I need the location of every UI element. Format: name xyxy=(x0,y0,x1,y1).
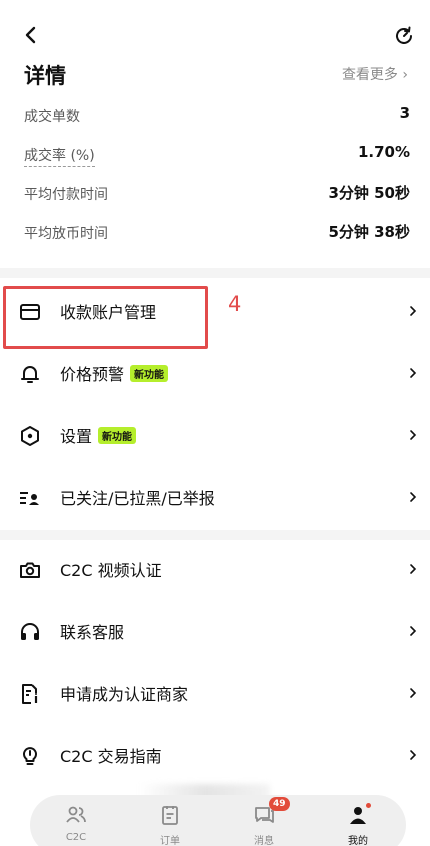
chevron-right-icon xyxy=(410,750,417,760)
stat-row-orders: 成交单数 3 xyxy=(24,104,410,128)
menu-item-price-alert[interactable]: 价格预警 新功能 xyxy=(0,344,430,404)
annotation-number: 4 xyxy=(228,292,242,316)
bottom-nav: C2C 订单 49 消息 我的 xyxy=(30,795,406,846)
chevron-right-icon xyxy=(410,688,417,698)
new-feature-badge: 新功能 xyxy=(130,365,169,382)
user-list-icon xyxy=(20,492,39,505)
settings-hex-icon xyxy=(21,426,39,446)
refresh-icon[interactable] xyxy=(392,24,416,48)
message-count-badge: 49 xyxy=(269,797,290,811)
lightbulb-icon xyxy=(23,747,37,765)
chevron-right-icon xyxy=(410,430,417,440)
headset-icon xyxy=(21,623,39,640)
nav-label: 我的 xyxy=(348,836,368,846)
stat-label: 平均放币时间 xyxy=(24,226,108,242)
menu-label: C2C 交易指南 xyxy=(60,747,162,766)
menu-label: 设置 新功能 xyxy=(60,423,137,447)
menu-item-video-verification[interactable]: C2C 视频认证 xyxy=(0,540,430,600)
menu-label: 申请成为认证商家 xyxy=(60,685,189,704)
chevron-right-icon xyxy=(410,492,417,502)
nav-label: 消息 xyxy=(254,836,274,846)
stat-value: 3分钟 50秒 xyxy=(328,184,410,202)
c2c-people-icon xyxy=(66,806,86,823)
menu-label-text: 价格预警 xyxy=(60,365,125,384)
stat-row-avg-pay-time: 平均付款时间 3分钟 50秒 xyxy=(24,182,410,206)
new-feature-badge: 新功能 xyxy=(98,427,137,444)
menu-label: 价格预警 新功能 xyxy=(60,361,169,385)
notification-dot xyxy=(366,803,371,808)
top-bar xyxy=(0,0,430,64)
menu-label: 已关注/已拉黑/已举报 xyxy=(60,489,215,508)
section-divider xyxy=(0,268,430,278)
nav-item-c2c[interactable]: C2C xyxy=(46,803,106,846)
menu-item-apply-merchant[interactable]: 申请成为认证商家 xyxy=(0,664,430,724)
section-divider xyxy=(0,530,430,540)
stat-label[interactable]: 成交率 (%) xyxy=(24,145,95,167)
nav-item-messages[interactable]: 49 消息 xyxy=(234,797,294,846)
chevron-right-icon xyxy=(410,368,417,378)
stat-row-completion-rate: 成交率 (%) 1.70% xyxy=(24,143,410,167)
details-header: 详情 查看更多 › xyxy=(24,60,408,90)
chevron-right-icon xyxy=(410,626,417,636)
menu-item-follow-block-report[interactable]: 已关注/已拉黑/已举报 xyxy=(0,468,430,528)
bell-icon xyxy=(21,366,39,383)
nav-label: C2C xyxy=(65,832,87,843)
stat-label: 成交单数 xyxy=(24,109,80,125)
details-title: 详情 xyxy=(24,64,66,88)
menu-item-trading-guide[interactable]: C2C 交易指南 xyxy=(0,726,430,786)
view-more-link[interactable]: 查看更多 › xyxy=(342,64,408,84)
menu-label: C2C 视频认证 xyxy=(60,561,162,580)
nav-item-orders[interactable]: 订单 xyxy=(140,803,200,846)
menu-item-contact-support[interactable]: 联系客服 xyxy=(0,602,430,662)
chevron-right-icon xyxy=(410,306,417,316)
menu-item-settings[interactable]: 设置 新功能 xyxy=(0,406,430,466)
stat-label: 平均付款时间 xyxy=(24,187,108,203)
camera-icon xyxy=(20,562,40,578)
nav-label: 订单 xyxy=(160,836,180,846)
menu-label: 联系客服 xyxy=(60,623,125,642)
nav-item-profile[interactable]: 我的 xyxy=(328,803,388,846)
merchant-doc-icon xyxy=(22,684,38,704)
menu-label-text: 设置 xyxy=(60,427,93,446)
back-arrow-icon[interactable] xyxy=(20,24,42,46)
annotation-highlight-box xyxy=(3,286,208,349)
stat-value: 3 xyxy=(399,104,410,122)
chevron-right-icon xyxy=(410,564,417,574)
stat-value: 1.70% xyxy=(357,143,410,161)
stat-value: 5分钟 38秒 xyxy=(328,223,410,241)
stat-row-avg-release-time: 平均放币时间 5分钟 38秒 xyxy=(24,221,410,245)
orders-icon xyxy=(162,806,178,825)
